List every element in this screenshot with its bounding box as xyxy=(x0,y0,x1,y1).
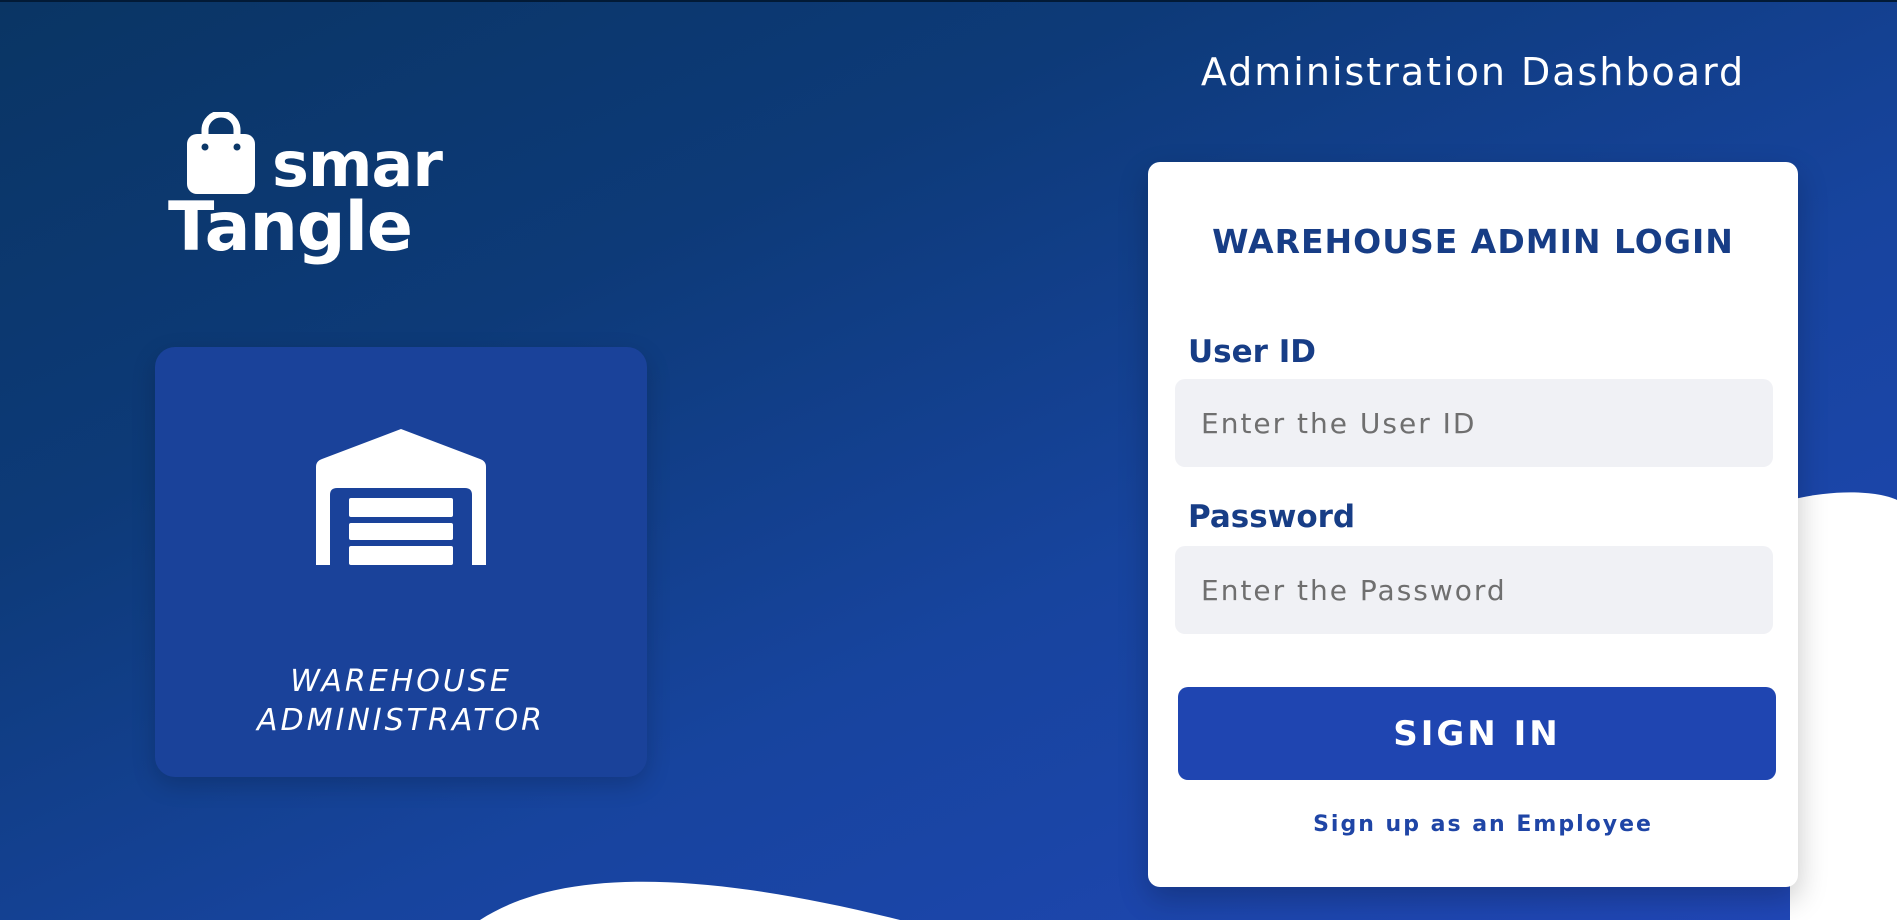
user-id-label: User ID xyxy=(1188,334,1316,370)
brand-logo: smar Tangle xyxy=(165,112,465,272)
password-label: Password xyxy=(1188,499,1356,535)
login-card: WAREHOUSE ADMIN LOGIN User ID Password S… xyxy=(1148,162,1798,887)
role-label-line1: WAREHOUSE xyxy=(290,664,512,699)
user-id-input[interactable] xyxy=(1175,379,1773,467)
top-border xyxy=(0,0,1897,2)
brand-name-line1: smar xyxy=(272,128,443,201)
warehouse-administrator-card[interactable]: WAREHOUSE ADMINISTRATOR xyxy=(155,347,647,777)
shopping-bag-icon xyxy=(187,112,255,194)
sign-in-button[interactable]: SIGN IN xyxy=(1178,687,1776,780)
role-label: WAREHOUSE ADMINISTRATOR xyxy=(155,662,647,740)
sign-up-employee-link[interactable]: Sign up as an Employee xyxy=(1148,812,1818,837)
page-title: Administration Dashboard xyxy=(1200,50,1746,94)
login-title: WAREHOUSE ADMIN LOGIN xyxy=(1212,222,1734,261)
brand-name-line2: Tangle xyxy=(168,188,413,267)
warehouse-garage-icon xyxy=(316,429,486,565)
role-label-line2: ADMINISTRATOR xyxy=(257,703,545,738)
password-input[interactable] xyxy=(1175,546,1773,634)
